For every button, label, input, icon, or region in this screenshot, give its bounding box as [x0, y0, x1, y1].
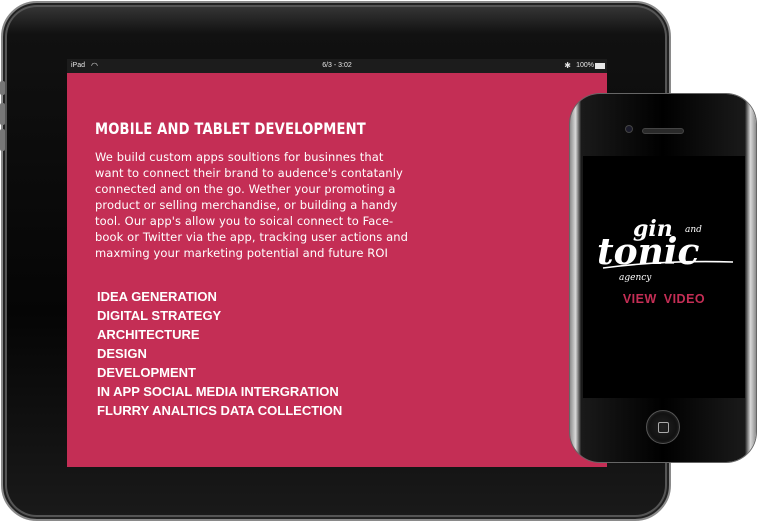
- battery-icon: [595, 63, 605, 69]
- intro-line: connected and on the go. Wether your pro…: [95, 182, 396, 196]
- page-title: MOBILE AND TABLET DEVELOPMENT: [95, 119, 366, 138]
- iphone-device: gin and tonic agency VIEW VIDEO: [570, 94, 756, 462]
- mute-switch: [0, 81, 5, 95]
- intro-paragraph: We build custom apps soultions for busin…: [95, 149, 445, 261]
- camera-icon: [625, 125, 633, 133]
- intro-line: We build custom apps soultions for busin…: [95, 150, 384, 164]
- ipad-screen: iPad ◠ 6/3 - 3:02 ✱ 100% MOBILE AND TABL…: [67, 59, 607, 467]
- view-video-link[interactable]: VIEW VIDEO: [583, 292, 745, 306]
- bluetooth-icon: ✱: [564, 61, 571, 70]
- volume-up-button: [0, 103, 5, 125]
- service-item: ARCHITECTURE: [97, 327, 200, 342]
- intro-line: maxming your marketing potential and fut…: [95, 246, 389, 260]
- home-square-icon: [658, 422, 669, 433]
- status-bar: iPad ◠ 6/3 - 3:02 ✱ 100%: [67, 59, 607, 73]
- service-item: DESIGN: [97, 346, 147, 361]
- intro-line: product or selling merchandise, or build…: [95, 198, 398, 212]
- gin-and-tonic-logo: gin and tonic agency: [597, 216, 734, 283]
- service-item: IDEA GENERATION: [97, 289, 217, 304]
- service-item: DIGITAL STRATEGY: [97, 308, 222, 323]
- service-item: IN APP SOCIAL MEDIA INTERGRATION: [97, 384, 339, 399]
- iphone-screen: gin and tonic agency VIEW VIDEO: [583, 156, 745, 398]
- logo-agency: agency: [619, 273, 652, 283]
- intro-line: book or Twitter via the app, tracking us…: [95, 230, 409, 244]
- volume-down-button: [0, 129, 5, 151]
- speaker-grille: [642, 128, 684, 134]
- status-time: 6/3 - 3:02: [322, 62, 352, 69]
- battery-percent: 100%: [576, 62, 594, 69]
- intro-line: tool. Our app's allow you to soical conn…: [95, 214, 394, 228]
- home-button[interactable]: [646, 410, 680, 444]
- services-list: IDEA GENERATION DIGITAL STRATEGY ARCHITE…: [97, 287, 342, 420]
- service-item: DEVELOPMENT: [97, 365, 196, 380]
- intro-line: want to connect their brand to audence's…: [95, 166, 403, 180]
- service-item: FLURRY ANALTICS DATA COLLECTION: [97, 403, 343, 418]
